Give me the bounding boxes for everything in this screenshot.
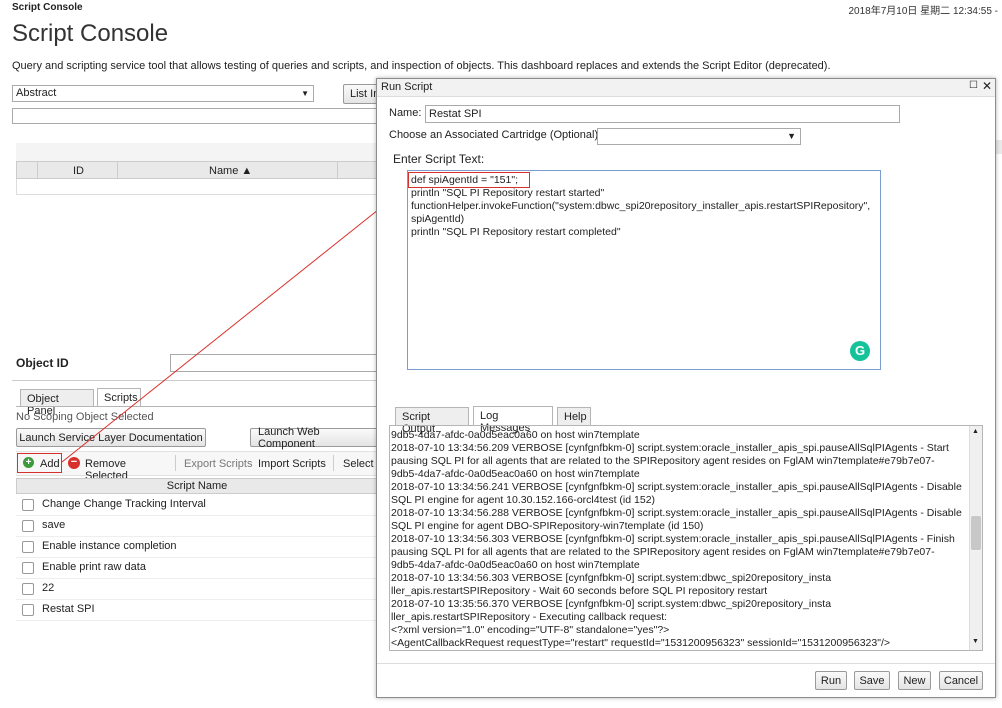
save-button[interactable]: Save: [854, 671, 890, 690]
tab-script-output[interactable]: Script Output: [395, 407, 469, 435]
scroll-up-icon[interactable]: ▲: [972, 428, 979, 435]
grammarly-icon[interactable]: G: [850, 341, 870, 361]
scroll-down-icon[interactable]: ▼: [972, 638, 979, 645]
code-line: println "SQL PI Repository restart compl…: [411, 226, 621, 238]
code-line: spiAgentId): [411, 213, 465, 225]
cancel-button[interactable]: Cancel: [939, 671, 983, 690]
cartridge-select[interactable]: ▼: [597, 128, 801, 145]
chevron-down-icon: ▼: [787, 131, 796, 141]
name-label: Name:: [389, 107, 422, 119]
log-line: <?xml version="1.0" encoding="UTF-8" sta…: [391, 624, 670, 636]
script-name-input[interactable]: Restat SPI: [425, 105, 900, 123]
log-line: 2018-07-10 13:35:56.370 VERBOSE [cynfgnf…: [391, 598, 832, 610]
run-button[interactable]: Run: [815, 671, 847, 690]
cartridge-label: Choose an Associated Cartridge (Optional…: [389, 129, 602, 141]
code-line: def spiAgentId = "151";: [411, 174, 518, 186]
log-line: 2018-07-10 13:34:56.288 VERBOSE [cynfgnf…: [391, 507, 962, 519]
log-line: pausing SQL PI for all agents that are r…: [391, 455, 935, 467]
log-panel: 9db5-4da7-afdc-0a0d5eac0a60 on host win7…: [389, 425, 983, 651]
log-line: 9db5-4da7-afdc-0a0d5eac0a60 on host win7…: [391, 429, 640, 441]
log-line: 9db5-4da7-afdc-0a0d5eac0a60 on host win7…: [391, 468, 640, 480]
log-line: 2018-07-10 13:34:56.303 VERBOSE [cynfgnf…: [391, 533, 955, 545]
dialog-title: Run Script: [381, 81, 433, 93]
annotation-connector: [61, 185, 409, 463]
log-line: 2018-07-10 13:34:56.303 VERBOSE [cynfgnf…: [391, 572, 832, 584]
log-scrollbar[interactable]: ▲ ▼: [969, 426, 982, 650]
code-line: println "SQL PI Repository restart start…: [411, 187, 605, 199]
tab-help[interactable]: Help: [557, 407, 591, 426]
log-line: 2018-07-10 13:34:56.241 VERBOSE [cynfgnf…: [391, 481, 962, 493]
log-text: 9db5-4da7-afdc-0a0d5eac0a60 on host win7…: [391, 429, 967, 650]
log-line: pausing SQL PI for all agents that are r…: [391, 546, 935, 558]
script-text-label: Enter Script Text:: [393, 152, 485, 166]
log-line: 2018-07-10 13:34:56.209 VERBOSE [cynfgnf…: [391, 442, 949, 454]
new-button[interactable]: New: [898, 671, 931, 690]
close-icon[interactable]: ✕: [982, 79, 992, 93]
log-line: SQL PI engine for agent 10.30.152.166-or…: [391, 494, 656, 506]
run-script-dialog: Run Script ☐ ✕ Name: Restat SPI Choose a…: [376, 78, 996, 698]
dialog-title-bar: Run Script ☐ ✕: [377, 79, 995, 97]
script-name-value: Restat SPI: [429, 108, 482, 120]
log-line: 9db5-4da7-afdc-0a0d5eac0a60 on host win7…: [391, 559, 640, 571]
log-line: <AgentCallbackRequest requestType="resta…: [391, 637, 891, 649]
scroll-thumb[interactable]: [971, 516, 981, 550]
dialog-footer-divider: [377, 663, 995, 664]
code-line: functionHelper.invokeFunction("system:db…: [411, 200, 871, 212]
tab-log-messages[interactable]: Log Messages: [473, 406, 553, 434]
log-line: ller_apis.restartSPIRepository - Executi…: [391, 611, 668, 623]
log-line: SQL PI engine for agent DBO-SPIRepositor…: [391, 520, 704, 532]
maximize-icon[interactable]: ☐: [969, 80, 978, 91]
script-text-editor[interactable]: def spiAgentId = "151"; println "SQL PI …: [407, 170, 881, 370]
log-line: ller_apis.restartSPIRepository - Wait 60…: [391, 585, 768, 597]
